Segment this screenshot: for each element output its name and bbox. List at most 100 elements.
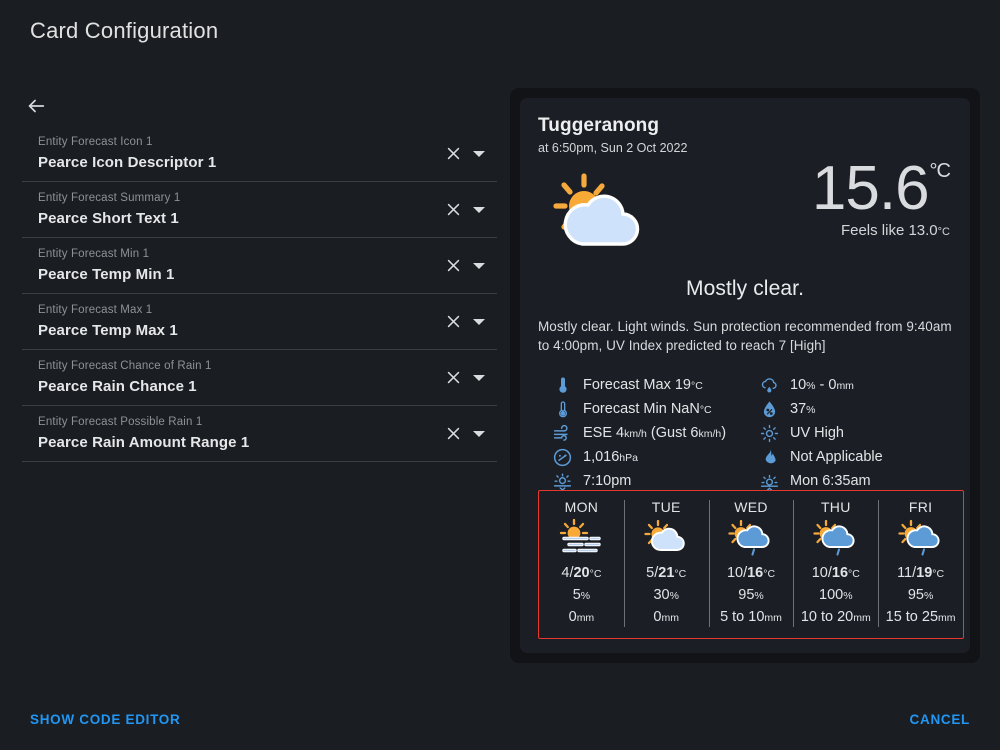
config-field-label: Entity Forecast Min 1: [38, 248, 150, 260]
detail-text: Forecast Max 19°C: [583, 377, 703, 393]
forecast-day-icon-wrap: [541, 517, 622, 561]
forecast-day-temps: 10/16°C: [726, 565, 776, 581]
page-title: Card Configuration: [30, 18, 219, 43]
detail-column-right: 10% - 0mm 37% UV High Not Applicable Mon 6:3…: [745, 373, 952, 493]
config-field-value[interactable]: Pearce Temp Max 1: [38, 320, 497, 342]
forecast-day-amount: 0mm: [568, 609, 595, 625]
forecast-day: MON 4/20°C 5% 0mm: [539, 498, 624, 629]
detail-text: 1,016hPa: [583, 449, 638, 465]
chevron-down-icon[interactable]: [473, 206, 485, 213]
uv-index-icon: [759, 423, 780, 444]
config-field[interactable]: Entity Forecast Min 1 Pearce Temp Min 1: [22, 238, 497, 294]
detail-list: Forecast Max 19°C Forecast Min NaN°C ESE 4…: [538, 373, 952, 493]
config-field-actions: [444, 369, 485, 387]
show-code-editor-button[interactable]: SHOW CODE EDITOR: [30, 712, 180, 727]
thermometer-low-icon: [552, 399, 573, 420]
fire-danger-icon: [759, 447, 780, 468]
config-field[interactable]: Entity Forecast Possible Rain 1 Pearce Ra…: [22, 406, 497, 462]
config-field-value[interactable]: Pearce Short Text 1: [38, 208, 497, 230]
forecast-day-icon-wrap: [711, 517, 792, 561]
forecast-day-icon-wrap: [626, 517, 707, 561]
detail-text: 10% - 0mm: [790, 377, 854, 393]
forecast-day-name: FRI: [908, 499, 933, 515]
thermometer-high-icon: [552, 375, 573, 396]
location-name: Tuggeranong: [538, 115, 660, 136]
forecast-day: FRI 11/19°C 95% 15 to 25mm: [878, 498, 963, 629]
close-icon[interactable]: [444, 313, 462, 331]
back-row: [22, 92, 497, 126]
detail-row: 37%: [759, 397, 952, 421]
humidity-icon: [759, 399, 780, 420]
detail-text: ESE 4km/h (Gust 6km/h): [583, 425, 727, 441]
current-conditions-row: 15.6°C Feels like 13.0°C: [538, 156, 952, 261]
current-temperature-block: 15.6°C Feels like 13.0°C: [811, 154, 951, 240]
detail-row: ESE 4km/h (Gust 6km/h): [552, 421, 745, 445]
chevron-down-icon[interactable]: [473, 262, 485, 269]
config-field-label: Entity Forecast Max 1: [38, 304, 153, 316]
current-temperature: 15.6°C: [811, 154, 951, 223]
summary-text: Mostly clear. Light winds. Sun protectio…: [538, 319, 952, 353]
sun-behind-rain-icon: [728, 517, 774, 562]
detail-row: 10% - 0mm: [759, 373, 952, 397]
forecast-day-amount: 10 to 20mm: [800, 609, 871, 625]
close-icon[interactable]: [444, 145, 462, 163]
forecast-day-amount: 0mm: [653, 609, 679, 625]
forecast-day-chance: 100%: [819, 587, 853, 603]
chevron-down-icon[interactable]: [473, 150, 485, 157]
arrow-left-icon[interactable]: [22, 92, 50, 120]
config-field-value[interactable]: Pearce Rain Amount Range 1: [38, 432, 497, 454]
detail-text: Forecast Min NaN°C: [583, 401, 712, 417]
config-field[interactable]: Entity Forecast Summary 1 Pearce Short Te…: [22, 182, 497, 238]
close-icon[interactable]: [444, 425, 462, 443]
forecast-day-temps: 11/19°C: [897, 565, 945, 581]
detail-column-left: Forecast Max 19°C Forecast Min NaN°C ESE 4…: [538, 373, 745, 493]
config-field-actions: [444, 425, 485, 443]
config-field[interactable]: Entity Forecast Max 1 Pearce Temp Max 1: [22, 294, 497, 350]
chevron-down-icon[interactable]: [473, 374, 485, 381]
config-field-actions: [444, 201, 485, 219]
feels-like: Feels like 13.0°C: [840, 222, 950, 239]
config-field-value[interactable]: Pearce Temp Min 1: [38, 264, 497, 286]
detail-row: UV High: [759, 421, 952, 445]
cancel-button[interactable]: CANCEL: [910, 712, 970, 727]
config-field-value[interactable]: Pearce Rain Chance 1: [38, 376, 497, 398]
config-field[interactable]: Entity Forecast Icon 1 Pearce Icon Descri…: [22, 126, 497, 182]
forecast-day-icon-wrap: [795, 517, 876, 561]
card-preview-panel: Tuggeranong at 6:50pm, Sun 2 Oct 2022 15…: [510, 88, 980, 663]
weather-card[interactable]: Tuggeranong at 6:50pm, Sun 2 Oct 2022 15…: [520, 98, 970, 653]
gauge-icon: [552, 447, 573, 468]
forecast-day: WED 10/16°C 95% 5 to 10mm: [708, 498, 794, 629]
forecast-day: THU 10/16°C 100% 10 to 20mm: [793, 498, 878, 629]
sun-behind-rain-icon: [813, 517, 859, 562]
card-configuration-dialog: Card Configuration Entity Forecast Icon …: [0, 0, 1000, 750]
detail-row: Forecast Max 19°C: [552, 373, 745, 397]
forecast-day-name: TUE: [651, 499, 681, 515]
detail-text: Mon 6:35am: [790, 473, 871, 489]
forecast-day-name: THU: [820, 499, 851, 515]
sunset-icon: [552, 471, 573, 492]
sunrise-icon: [759, 471, 780, 492]
config-field-value[interactable]: Pearce Icon Descriptor 1: [38, 152, 497, 174]
detail-row: 1,016hPa: [552, 445, 745, 469]
chevron-down-icon[interactable]: [473, 318, 485, 325]
config-field-actions: [444, 257, 485, 275]
chevron-down-icon[interactable]: [473, 430, 485, 437]
sun-haze-icon: [558, 517, 604, 562]
forecast-day-icon-wrap: [880, 517, 961, 561]
dialog-action-bar: SHOW CODE EDITOR CANCEL: [0, 688, 1000, 750]
detail-text: 37%: [790, 401, 816, 417]
forecast-day-name: WED: [734, 499, 768, 515]
forecast-strip: MON 4/20°C 5% 0mm TUE 5/21°C 30% 0mm WED 10/16°C 9…: [538, 490, 964, 639]
forecast-day-amount: 15 to 25mm: [885, 609, 956, 625]
temperature-unit: °C: [929, 160, 951, 182]
sun-behind-cloud-icon: [643, 517, 689, 562]
close-icon[interactable]: [444, 369, 462, 387]
close-icon[interactable]: [444, 201, 462, 219]
close-icon[interactable]: [444, 257, 462, 275]
config-field[interactable]: Entity Forecast Chance of Rain 1 Pearce R…: [22, 350, 497, 406]
forecast-day-chance: 5%: [572, 587, 591, 603]
config-field-actions: [444, 313, 485, 331]
forecast-day-chance: 30%: [653, 587, 679, 603]
rain-cloud-icon: [759, 375, 780, 396]
forecast-day-temps: 5/21°C: [646, 565, 687, 581]
